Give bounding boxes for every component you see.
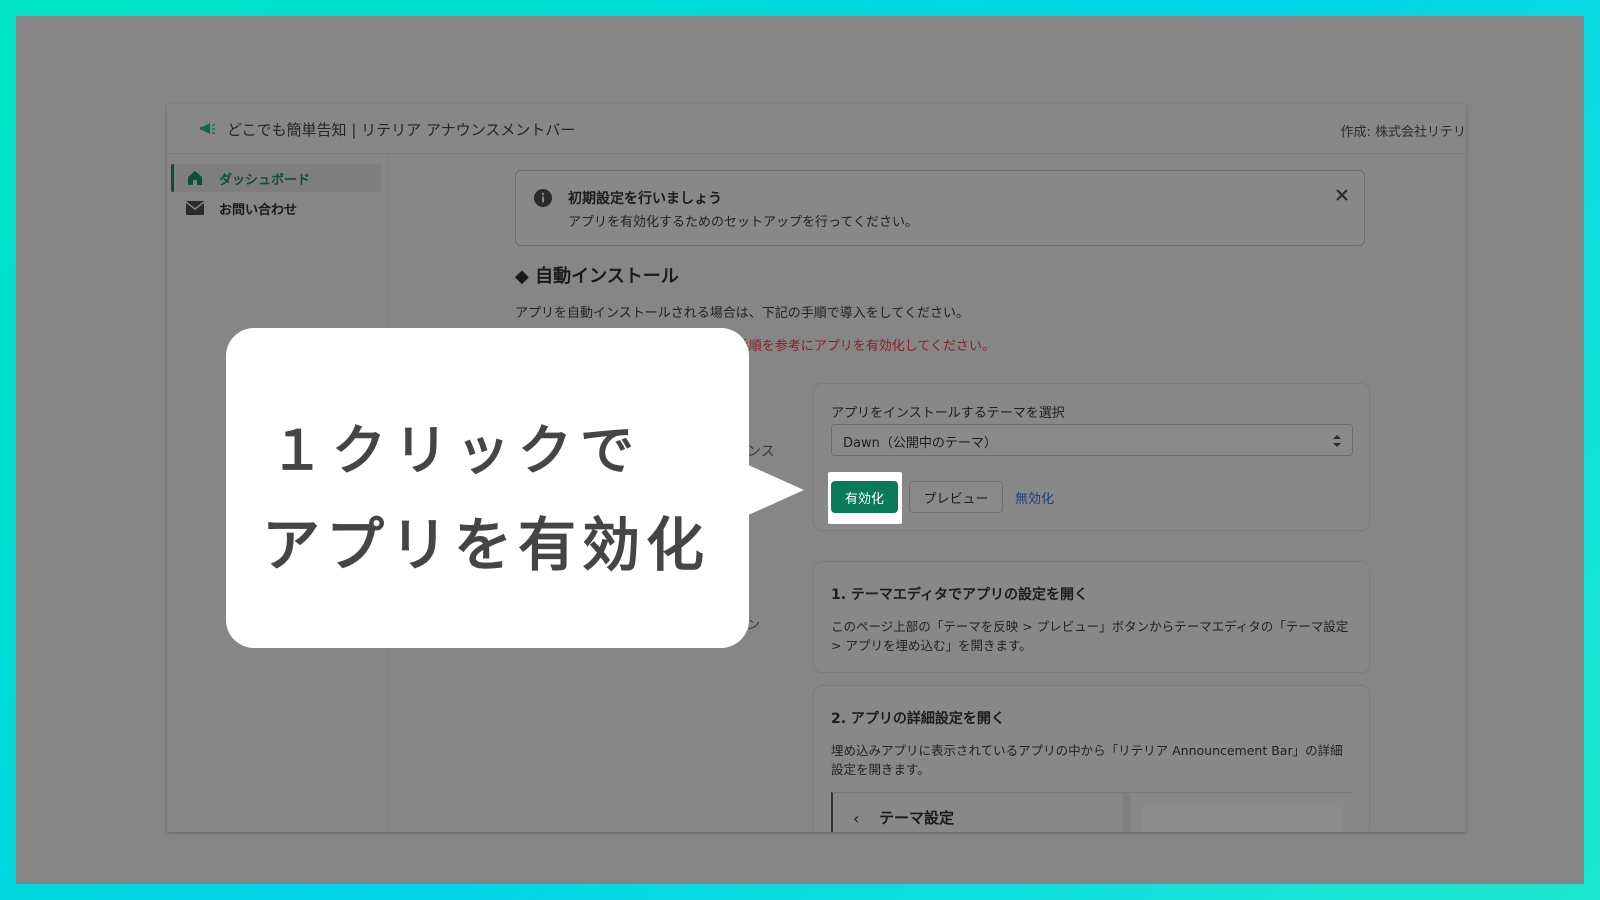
info-icon <box>534 189 552 207</box>
theme-select-card: アプリをインストールするテーマを選択 Dawn（公開中のテーマ） 有効化 プレビ… <box>814 384 1369 530</box>
install-label-fragment: ンス <box>747 444 775 460</box>
step2-title: 2. アプリの詳細設定を開く <box>831 711 1005 727</box>
banner-text: アプリを有効化するためのセットアップを行ってください。 <box>568 215 918 230</box>
theme-select-value: Dawn（公開中のテーマ） <box>843 436 997 451</box>
theme-settings-title: テーマ設定 <box>879 809 955 827</box>
section-description: アプリを自動インストールされる場合は、下記の手順で導入をしてください。 <box>515 306 969 321</box>
step1-title: 1. テーマエディタでアプリの設定を開く <box>831 587 1088 603</box>
app-header: どこでも簡単告知 | リテリア アナウンスメントバー 作成: 株式会社リテリ <box>167 104 1466 154</box>
home-icon <box>185 168 205 188</box>
theme-settings-preview: ‹ テーマ設定 <box>831 792 1351 832</box>
banner-title: 初期設定を行いましょう <box>568 191 722 207</box>
callout-line2: アプリを有効化 <box>262 511 711 579</box>
theme-select[interactable]: Dawn（公開中のテーマ） <box>831 424 1353 456</box>
step2-card: 2. アプリの詳細設定を開く 埋め込みアプリに表示されているアプリの中から「リテ… <box>814 686 1369 832</box>
screenshot-stage: どこでも簡単告知 | リテリア アナウンスメントバー 作成: 株式会社リテリ ダ… <box>16 16 1584 884</box>
sidebar-item-dashboard[interactable]: ダッシュボード <box>171 164 381 192</box>
section-title: ◆ 自動インストール <box>515 266 679 287</box>
disable-link[interactable]: 無効化 <box>1015 488 1054 507</box>
callout-bubble: １クリックで アプリを有効化 <box>226 328 749 648</box>
mail-icon <box>185 198 205 218</box>
enable-highlight: 有効化 <box>828 472 902 524</box>
theme-select-label: アプリをインストールするテーマを選択 <box>831 406 1065 421</box>
callout-line1: １クリックで <box>270 419 642 482</box>
sidebar-item-contact[interactable]: お問い合わせ <box>171 194 381 222</box>
close-icon[interactable] <box>1334 187 1350 203</box>
step2-text: 埋め込みアプリに表示されているアプリの中から「リテリア Announcement… <box>831 743 1343 777</box>
enable-button[interactable]: 有効化 <box>831 481 898 513</box>
chevron-left-icon: ‹ <box>853 809 860 828</box>
panel-placeholder <box>1143 807 1343 832</box>
step1-text: このページ上部の「テーマを反映 > プレビュー」ボタンからテーマエディタの「テー… <box>831 619 1349 653</box>
preview-button[interactable]: プレビュー <box>909 481 1003 513</box>
select-arrows-icon <box>1333 435 1341 447</box>
sidebar-item-label: ダッシュボード <box>219 172 311 188</box>
app-title: どこでも簡単告知 | リテリア アナウンスメントバー <box>227 121 576 139</box>
step1-card: 1. テーマエディタでアプリの設定を開く このページ上部の「テーマを反映 > プ… <box>814 562 1369 672</box>
megaphone-icon <box>200 123 216 135</box>
sidebar-item-label: お問い合わせ <box>219 202 298 218</box>
panel-divider <box>1123 793 1131 832</box>
setup-banner: 初期設定を行いましょう アプリを有効化するためのセットアップを行ってください。 <box>515 170 1365 246</box>
action-buttons: 有効化 プレビュー 無効化 <box>828 472 1351 524</box>
app-credit: 作成: 株式会社リテリ <box>1340 125 1466 140</box>
callout-tail <box>746 464 804 516</box>
